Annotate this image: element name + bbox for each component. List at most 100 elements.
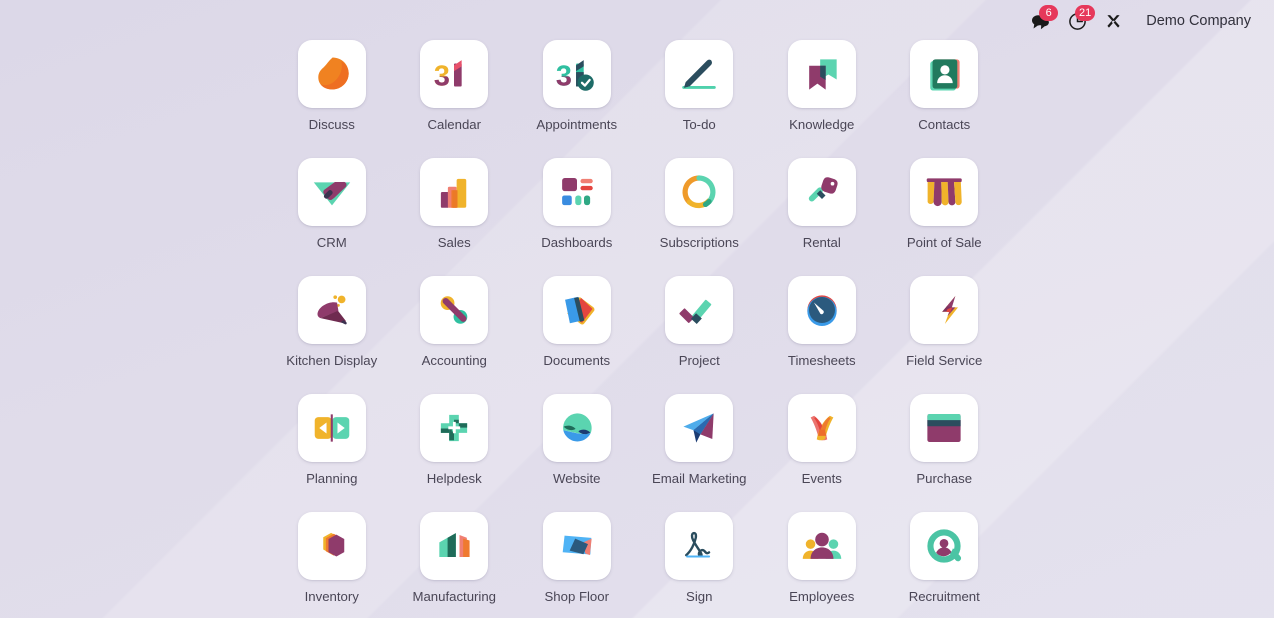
- discuss-icon: [297, 40, 366, 108]
- app-tile-employees[interactable]: Employees: [761, 510, 884, 618]
- recruitment-icon: [910, 512, 979, 580]
- app-label: Accounting: [421, 353, 487, 368]
- app-label: Helpdesk: [426, 471, 482, 486]
- knowledge-icon: [787, 40, 856, 108]
- app-tile-discuss[interactable]: Discuss: [271, 38, 394, 156]
- calendar-icon: 3 3: [420, 40, 489, 108]
- app-label: Recruitment: [908, 589, 980, 604]
- app-tile-inventory[interactable]: Inventory: [271, 510, 394, 618]
- app-tile-rental[interactable]: Rental: [761, 156, 884, 274]
- app-label: Point of Sale: [906, 235, 982, 250]
- app-tile-recruitment[interactable]: Recruitment: [883, 510, 1006, 618]
- app-tile-project[interactable]: Project: [638, 274, 761, 392]
- app-label: Rental: [802, 235, 841, 250]
- documents-icon: [542, 276, 611, 344]
- todo-icon: [665, 40, 734, 108]
- app-tile-subscriptions[interactable]: Subscriptions: [638, 156, 761, 274]
- accounting-icon: [420, 276, 489, 344]
- timesheets-icon: [787, 276, 856, 344]
- app-label: Shop Floor: [544, 589, 609, 604]
- app-label: Subscriptions: [659, 235, 739, 250]
- app-tile-dashboards[interactable]: Dashboards: [516, 156, 639, 274]
- app-tile-email-marketing[interactable]: Email Marketing: [638, 392, 761, 510]
- app-label: Contacts: [918, 117, 971, 132]
- app-tile-calendar[interactable]: 3 3 Calendar: [393, 38, 516, 156]
- app-tile-events[interactable]: Events: [761, 392, 884, 510]
- planning-icon: [297, 394, 366, 462]
- app-tile-kitchen-display[interactable]: Kitchen Display: [271, 274, 394, 392]
- dashboards-icon: [542, 158, 611, 226]
- app-label: CRM: [316, 235, 347, 250]
- messages-badge: 6: [1039, 5, 1059, 21]
- app-label: Calendar: [427, 117, 482, 132]
- company-name-label: Demo Company: [1146, 13, 1251, 29]
- project-icon: [665, 276, 734, 344]
- app-label: Appointments: [536, 117, 618, 132]
- inventory-icon: [297, 512, 366, 580]
- website-icon: [542, 394, 611, 462]
- employees-icon: [787, 512, 856, 580]
- email-marketing-icon: [665, 394, 734, 462]
- app-label: Email Marketing: [651, 471, 747, 486]
- apps-grid: Discuss 3 3 Calendar 3 3 Appointments To…: [0, 38, 1274, 618]
- app-label: To-do: [682, 117, 716, 132]
- app-label: Purchase: [916, 471, 973, 486]
- app-tile-appointments[interactable]: 3 3 Appointments: [516, 38, 639, 156]
- app-tile-point-of-sale[interactable]: Point of Sale: [883, 156, 1006, 274]
- sales-icon: [420, 158, 489, 226]
- shop-floor-icon: [542, 512, 611, 580]
- app-label: Knowledge: [789, 117, 855, 132]
- messages-menu[interactable]: 6: [1022, 0, 1059, 42]
- app-tile-manufacturing[interactable]: Manufacturing: [393, 510, 516, 618]
- app-label: Discuss: [308, 117, 355, 132]
- purchase-icon: [910, 394, 979, 462]
- app-label: Website: [553, 471, 601, 486]
- helpdesk-icon: [420, 394, 489, 462]
- app-tile-helpdesk[interactable]: Helpdesk: [393, 392, 516, 510]
- app-tile-crm[interactable]: CRM: [271, 156, 394, 274]
- app-label: Sales: [437, 235, 471, 250]
- app-label: Dashboards: [541, 235, 613, 250]
- app-label: Manufacturing: [412, 589, 497, 604]
- user-company-menu[interactable]: Demo Company: [1131, 0, 1268, 42]
- activities-menu[interactable]: 21: [1059, 0, 1096, 42]
- debug-menu[interactable]: [1096, 0, 1131, 42]
- app-label: Timesheets: [787, 353, 856, 368]
- tools-wrench-icon: [1105, 13, 1122, 30]
- app-label: Kitchen Display: [286, 353, 378, 368]
- app-label: Project: [678, 353, 720, 368]
- app-tile-contacts[interactable]: Contacts: [883, 38, 1006, 156]
- kitchen-display-icon: [297, 276, 366, 344]
- subscriptions-icon: [665, 158, 734, 226]
- app-tile-purchase[interactable]: Purchase: [883, 392, 1006, 510]
- app-label: Employees: [789, 589, 855, 604]
- app-tile-shop-floor[interactable]: Shop Floor: [516, 510, 639, 618]
- app-tile-accounting[interactable]: Accounting: [393, 274, 516, 392]
- app-tile-knowledge[interactable]: Knowledge: [761, 38, 884, 156]
- app-label: Sign: [686, 589, 713, 604]
- app-label: Documents: [543, 353, 611, 368]
- manufacturing-icon: [420, 512, 489, 580]
- app-tile-sign[interactable]: Sign: [638, 510, 761, 618]
- appointments-icon: 3 3: [542, 40, 611, 108]
- sign-icon: [665, 512, 734, 580]
- app-tile-sales[interactable]: Sales: [393, 156, 516, 274]
- app-tile-field-service[interactable]: Field Service: [883, 274, 1006, 392]
- app-label: Field Service: [906, 353, 983, 368]
- app-tile-website[interactable]: Website: [516, 392, 639, 510]
- rental-icon: [787, 158, 856, 226]
- app-tile-timesheets[interactable]: Timesheets: [761, 274, 884, 392]
- contacts-icon: [910, 40, 979, 108]
- app-label: Planning: [306, 471, 358, 486]
- app-label: Inventory: [304, 589, 359, 604]
- field-service-icon: [910, 276, 979, 344]
- app-tile-to-do[interactable]: To-do: [638, 38, 761, 156]
- point-of-sale-icon: [910, 158, 979, 226]
- activities-badge: 21: [1074, 5, 1096, 21]
- events-icon: [787, 394, 856, 462]
- systray: 6 21 Demo Company: [1022, 0, 1274, 42]
- app-tile-planning[interactable]: Planning: [271, 392, 394, 510]
- app-tile-documents[interactable]: Documents: [516, 274, 639, 392]
- app-label: Events: [801, 471, 842, 486]
- crm-icon: [297, 158, 366, 226]
